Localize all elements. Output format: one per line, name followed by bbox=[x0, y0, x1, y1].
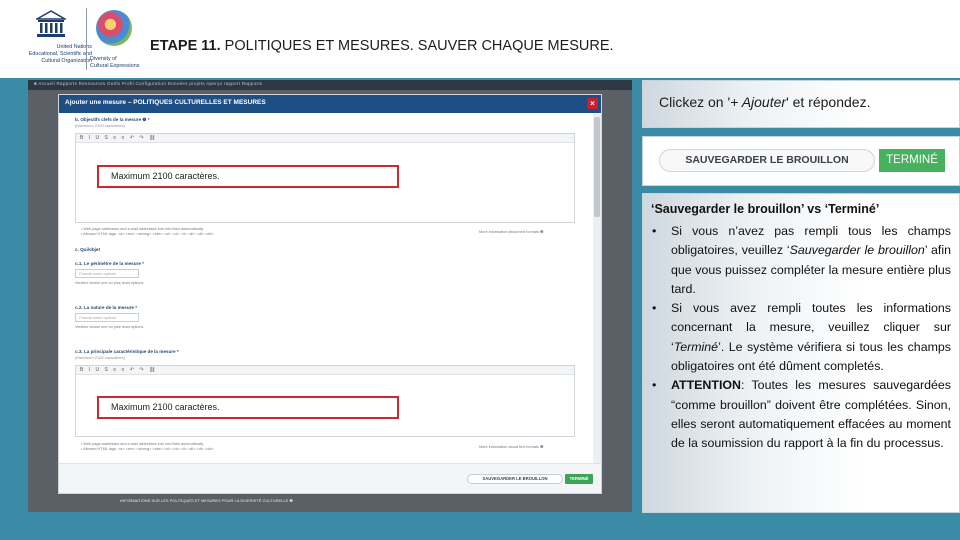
c2-label: c.2. La nature de la mesure * bbox=[75, 305, 138, 310]
app-nav-items[interactable]: ■ Accueil Rapports Ressources Outils Pro… bbox=[34, 81, 262, 86]
unesco-logo: United Nations Educational, Scientific a… bbox=[10, 8, 92, 74]
unesco-temple-icon bbox=[36, 10, 66, 37]
convention-logo: Diversity of Cultural Expressions bbox=[90, 8, 150, 74]
item-emphasis: Terminé bbox=[673, 339, 719, 354]
modal-scrollbar[interactable] bbox=[593, 113, 601, 465]
format-hint: • Web page addresses and e-mail addresse… bbox=[81, 227, 214, 237]
max-chars-callout: Maximum 2100 caractères. bbox=[97, 165, 399, 188]
c2-hint: Veuillez choisir une ou plus ieurs optio… bbox=[75, 325, 144, 329]
bullet-icon: • bbox=[652, 224, 657, 238]
add-measure-modal: Ajouter une mesure – POLITIQUES CULTUREL… bbox=[58, 94, 602, 494]
unesco-line: Educational, Scientific and bbox=[28, 51, 92, 57]
explanation-list: • Si vous n’avez pas rempli tous les cham… bbox=[651, 222, 951, 454]
convention-line: Cultural Expressions bbox=[90, 63, 140, 69]
underlying-page-text: INFORMATIONS SUR LES POLITIQUES ET MESUR… bbox=[120, 498, 293, 503]
add-instruction-callout: Clickez on '+ Ajouter' et répondez. bbox=[642, 80, 960, 128]
explanation-item: • Si vous avez rempli toutes les informat… bbox=[651, 299, 951, 376]
convention-text: Diversity of Cultural Expressions bbox=[90, 56, 150, 70]
c1-select[interactable]: Choose some options bbox=[75, 269, 139, 278]
slide-header: United Nations Educational, Scientific a… bbox=[0, 0, 960, 78]
bullet-icon: • bbox=[652, 301, 657, 316]
app-navbar: ■ Accueil Rapports Ressources Outils Pro… bbox=[28, 80, 632, 90]
editor-toolbar[interactable]: B I U S ≡ ≡ ↶ ↷ ⛓ bbox=[76, 366, 574, 375]
convention-line: Diversity of bbox=[90, 56, 117, 62]
close-icon[interactable]: × bbox=[587, 98, 598, 109]
save-draft-button-large[interactable]: SAUVEGARDER LE BROUILLON bbox=[659, 149, 875, 172]
explanation-callout: ‘Sauvegarder le brouillon’ vs ‘Terminé’ … bbox=[642, 193, 960, 513]
modal-header: Ajouter une mesure – POLITIQUES CULTUREL… bbox=[59, 95, 601, 113]
slide-title-text: POLITIQUES ET MESURES. SAUVER CHAQUE MES… bbox=[220, 38, 614, 54]
bullet-icon: • bbox=[652, 378, 657, 393]
app-screenshot: ■ Accueil Rapports Ressources Outils Pro… bbox=[28, 80, 632, 512]
c2-select[interactable]: Choose some options bbox=[75, 313, 139, 322]
section-b-sublabel: (Maximum 2100 caractères) bbox=[75, 123, 125, 128]
hint-line: • Allowed HTML tags: <a> <em> <strong> <… bbox=[81, 232, 214, 236]
logo-divider bbox=[86, 8, 87, 70]
c1-hint: Veuillez choisir une ou plus ieurs optio… bbox=[75, 281, 144, 285]
instruction-prefix: Clickez on ' bbox=[659, 94, 731, 110]
modal-footer: SAUVEGARDER LE BROUILLON TERMINÉ bbox=[59, 463, 601, 493]
slide-title: ETAPE 11. POLITIQUES ET MESURES. SAUVER … bbox=[150, 38, 614, 54]
item-emphasis: Sauvegarder le brouillon bbox=[789, 243, 925, 258]
unesco-text: United Nations Educational, Scientific a… bbox=[12, 44, 92, 65]
item-warning: ATTENTION bbox=[671, 378, 741, 393]
unesco-line: Cultural Organization bbox=[41, 58, 92, 64]
buttons-callout: SAUVEGARDER LE BROUILLON TERMINÉ bbox=[642, 136, 960, 186]
modal-title: Ajouter une mesure – POLITIQUES CULTUREL… bbox=[65, 99, 266, 106]
scrollbar-thumb[interactable] bbox=[594, 117, 600, 217]
done-button-large[interactable]: TERMINÉ bbox=[879, 149, 945, 172]
explanation-item: • ATTENTION: Toutes les mesures sauvegard… bbox=[651, 376, 951, 453]
done-button[interactable]: TERMINÉ bbox=[565, 474, 593, 484]
c3-sublabel: (Maximum 2100 caractères) bbox=[75, 355, 125, 360]
section-c-label: c. Qui/objet bbox=[75, 247, 101, 252]
format-hint: • Web page addresses and e-mail addresse… bbox=[81, 442, 214, 452]
slide-title-step: ETAPE 11. bbox=[150, 38, 221, 54]
convention-emblem-icon bbox=[96, 10, 132, 46]
unesco-line: United Nations bbox=[56, 44, 92, 50]
c3-label: c.3. La principale caractéristique de la… bbox=[75, 349, 179, 354]
hint-line: • Allowed HTML tags: <a> <em> <strong> <… bbox=[81, 447, 214, 451]
instruction-suffix: ' et répondez. bbox=[786, 94, 871, 110]
max-chars-callout: Maximum 2100 caractères. bbox=[97, 396, 399, 419]
editor-toolbar[interactable]: B I U S ≡ ≡ ↶ ↷ ⛓ bbox=[76, 134, 574, 143]
c1-label: c.1. Le périmètre de la mesure * bbox=[75, 261, 144, 266]
more-info-link[interactable]: More information about text formats ❷ bbox=[479, 445, 543, 450]
explanation-item: • Si vous n’avez pas rempli tous les cham… bbox=[651, 222, 951, 299]
save-draft-button[interactable]: SAUVEGARDER LE BROUILLON bbox=[467, 474, 563, 484]
add-instruction-text: Clickez on '+ Ajouter' et répondez. bbox=[659, 94, 870, 110]
add-link-text: + Ajouter bbox=[730, 94, 787, 110]
explanation-title: ‘Sauvegarder le brouillon’ vs ‘Terminé’ bbox=[651, 202, 880, 216]
more-info-link[interactable]: More information about text formats ❷ bbox=[479, 230, 543, 235]
